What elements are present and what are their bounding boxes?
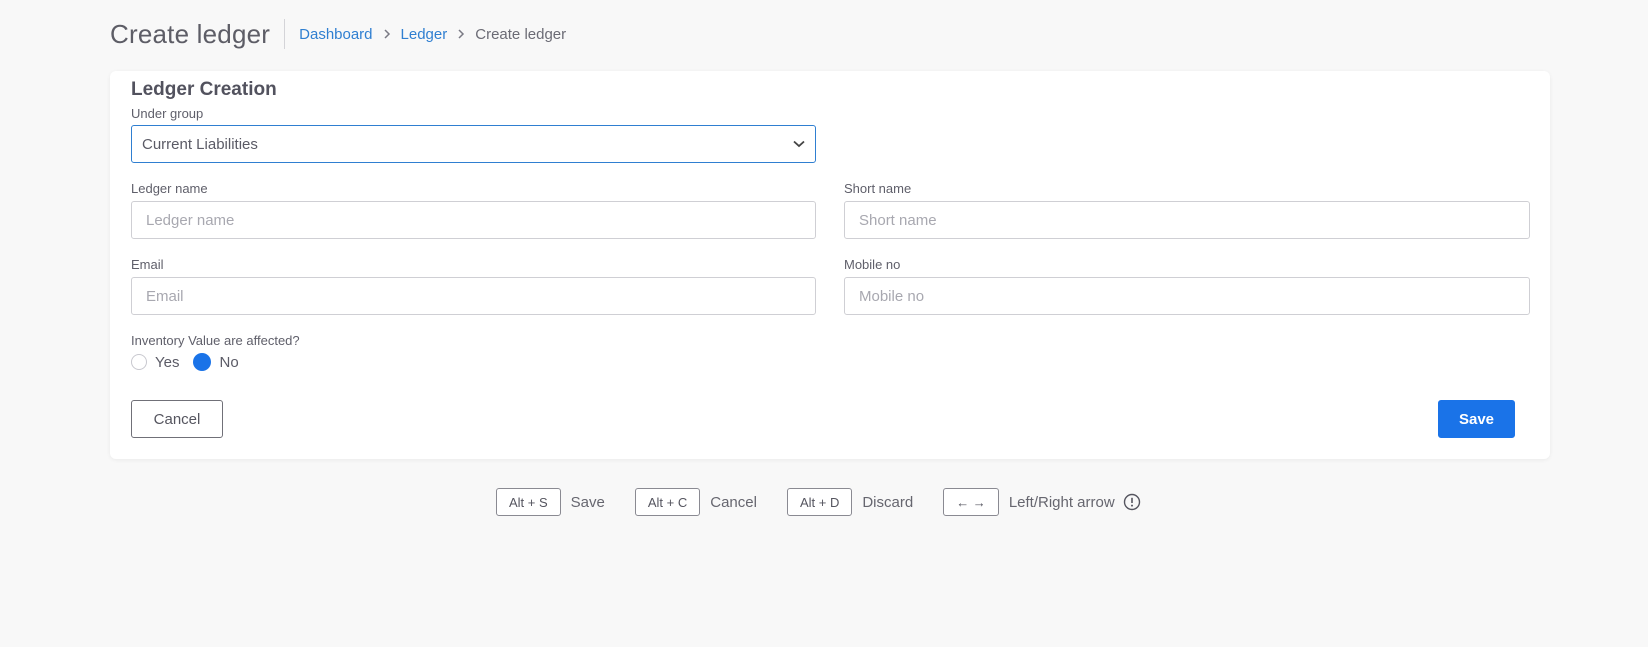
radio-yes-label: Yes [155,353,180,371]
inventory-affected-label: Inventory Value are affected? [131,333,300,348]
breadcrumb-dashboard-link[interactable]: Dashboard [299,26,372,43]
email-input[interactable] [131,277,816,315]
breadcrumb: Dashboard Ledger Create ledger [299,26,566,43]
keyboard-shortcuts: Alt + S Save Alt + C Cancel Alt + D Disc… [496,488,1141,516]
ledger-name-input[interactable] [131,201,816,239]
shortcut-label-cancel: Cancel [710,493,757,511]
radio-yes[interactable] [131,354,147,370]
under-group-label: Under group [131,106,204,121]
shortcut-label-discard: Discard [862,493,914,511]
radio-option-no[interactable]: No [193,353,239,371]
header-divider [284,19,286,49]
chevron-right-icon [383,29,391,39]
shortcut-label-save: Save [570,493,605,511]
radio-option-yes[interactable]: Yes [131,354,179,371]
page-title: Create ledger [110,18,271,49]
inventory-affected-radio-group: Yes No [131,353,253,371]
email-label: Email [131,257,164,272]
cancel-button[interactable]: Cancel [131,400,223,438]
shortcut-label-arrows: Left/Right arrow [1008,493,1115,511]
form-title: Ledger Creation [131,79,277,100]
mobile-no-label: Mobile no [844,257,901,272]
chevron-down-icon [793,140,805,148]
ledger-name-label: Ledger name [131,181,208,196]
mobile-no-input[interactable] [844,277,1530,315]
under-group-select[interactable]: Current Liabilities [131,125,816,163]
shortcut-key-save: Alt + S [496,488,561,516]
under-group-value: Current Liabilities [142,135,258,153]
info-icon[interactable] [1123,493,1141,511]
save-button[interactable]: Save [1438,400,1515,438]
radio-no[interactable] [193,353,212,371]
short-name-input[interactable] [844,201,1530,239]
breadcrumb-ledger-link[interactable]: Ledger [401,26,448,43]
breadcrumb-current: Create ledger [475,25,567,43]
page-header: Create ledger Dashboard Ledger Create le… [110,14,566,54]
ledger-form-card: Ledger Creation Under group Current Liab… [110,71,1550,459]
radio-no-label: No [219,353,239,371]
shortcut-key-discard: Alt + D [786,488,853,516]
chevron-right-icon [457,29,465,39]
shortcut-key-arrows: ← → [943,488,999,516]
short-name-label: Short name [844,181,912,196]
shortcut-key-cancel: Alt + C [634,488,701,516]
